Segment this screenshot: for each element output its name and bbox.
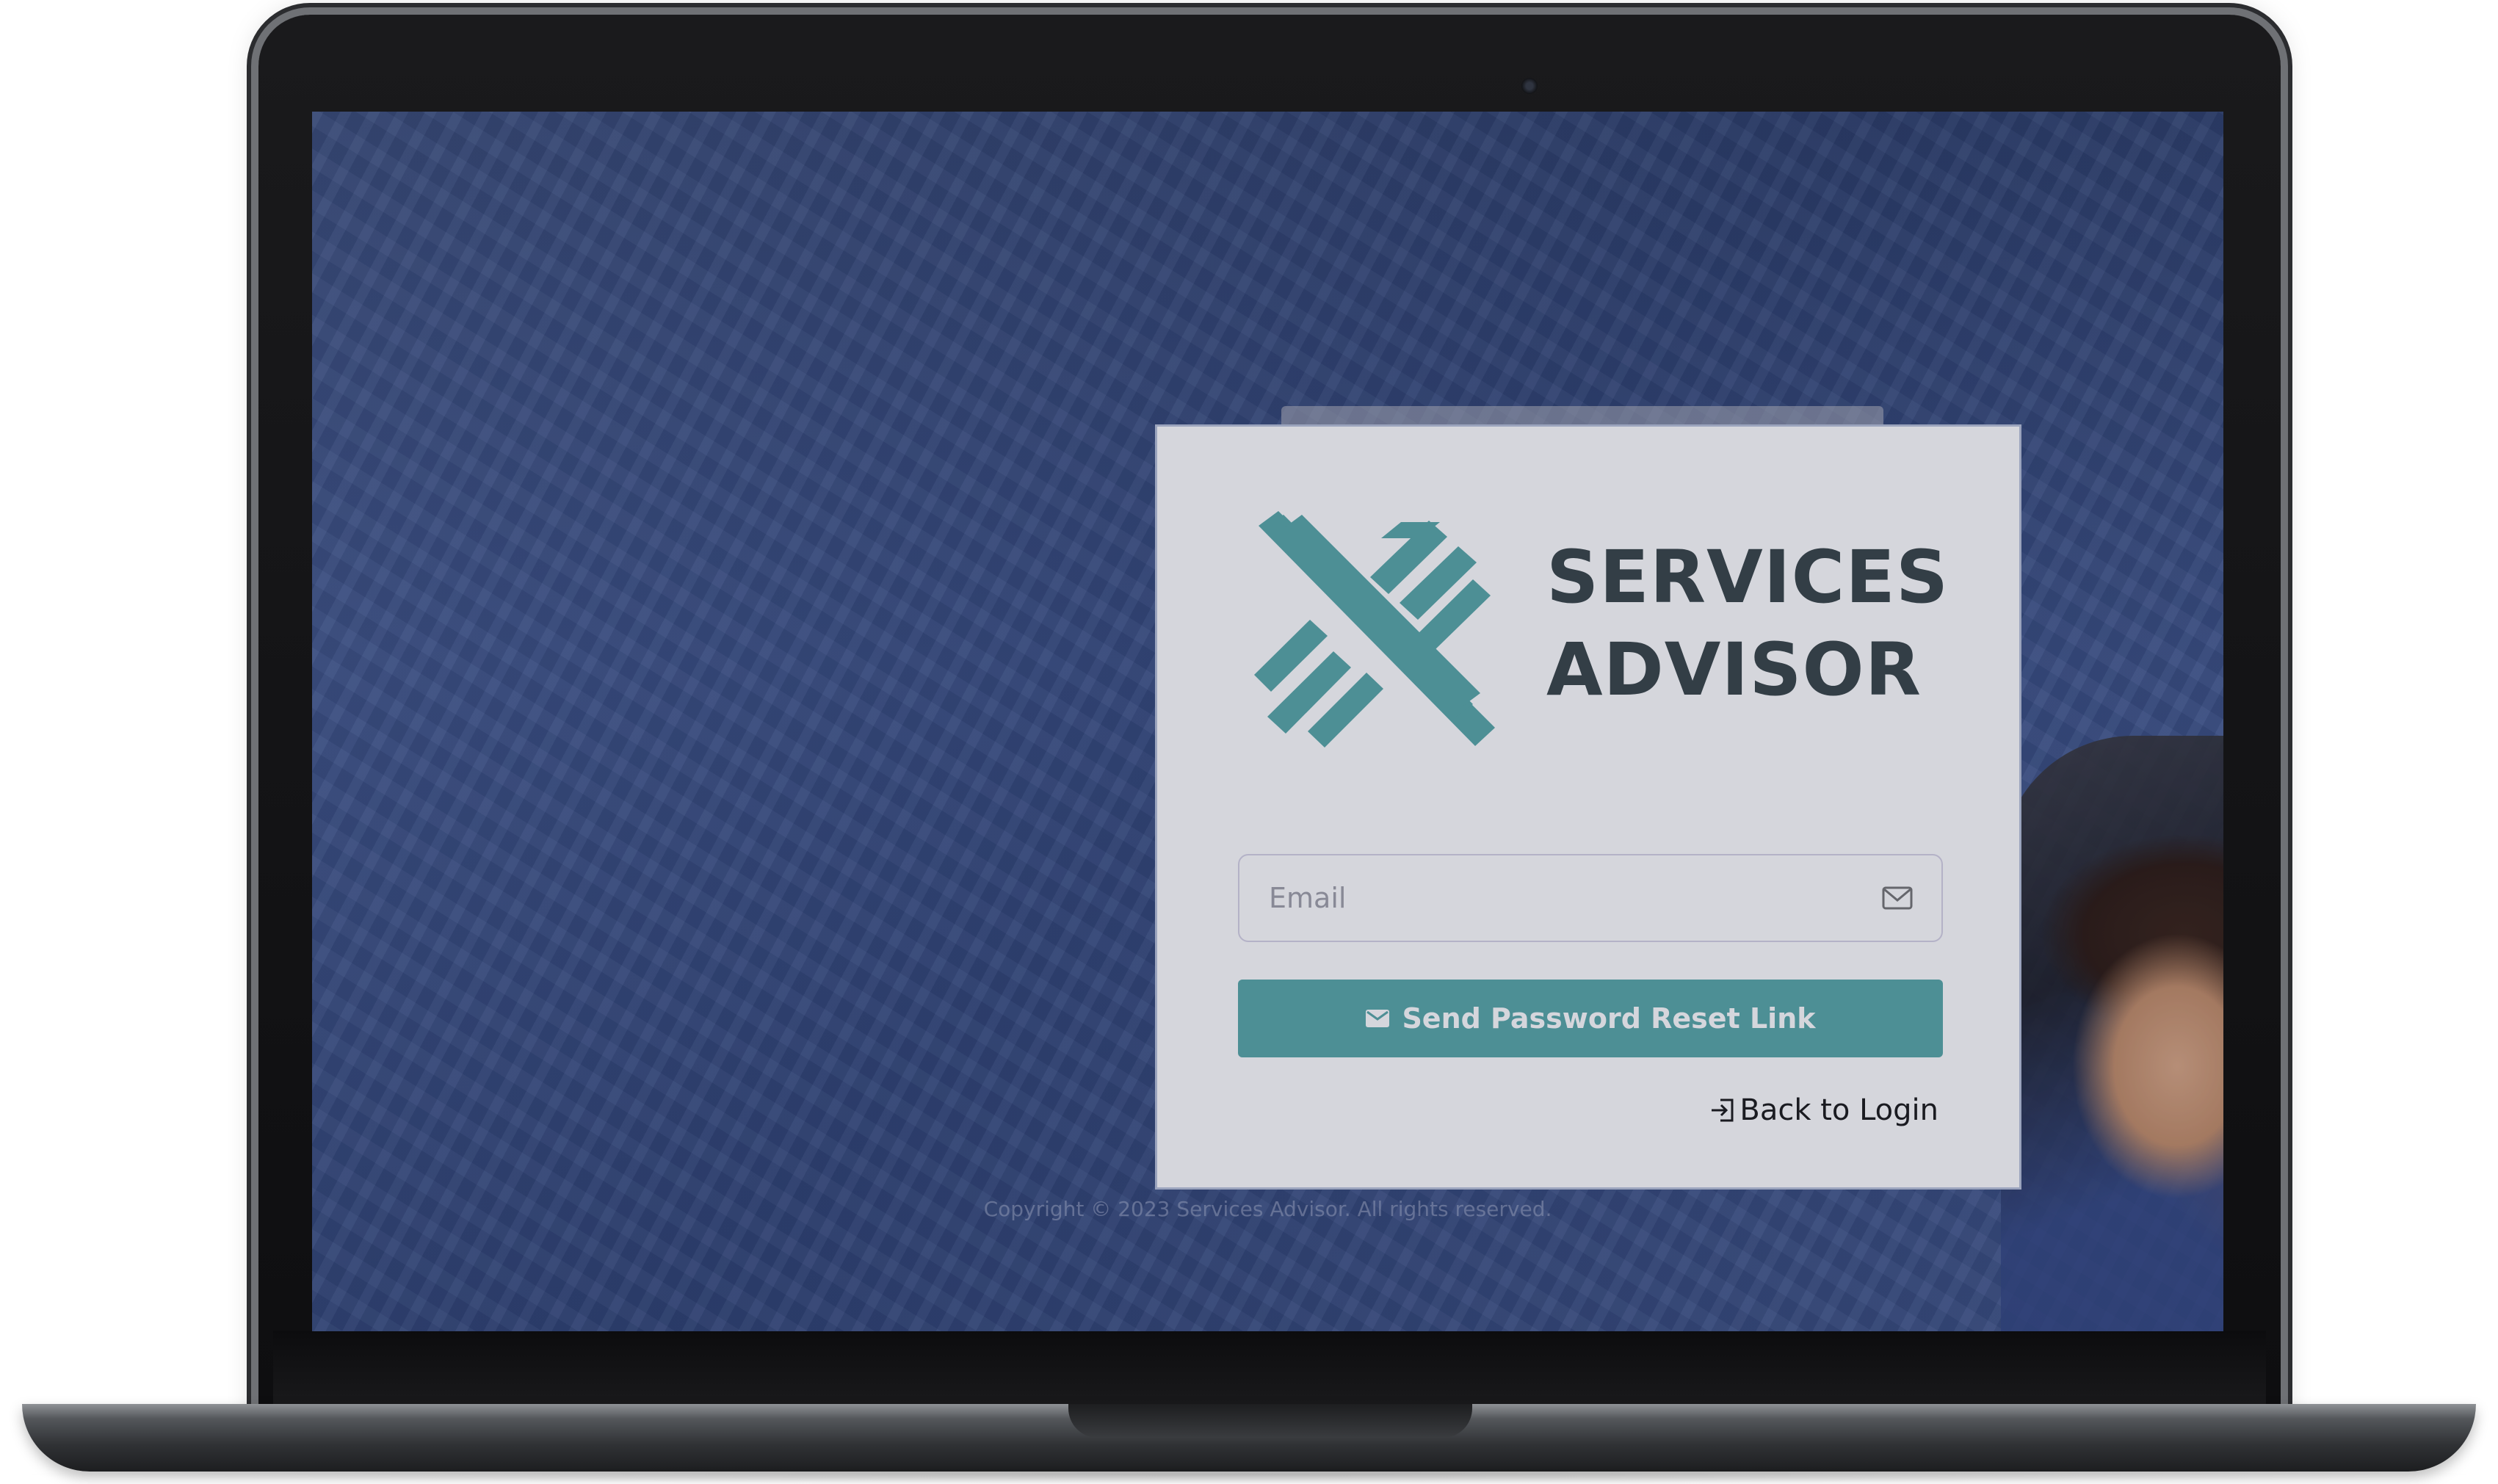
envelope-icon — [1366, 1010, 1390, 1027]
password-reset-card: SERVICES ADVISOR Send Password Reset Lin… — [1155, 424, 2021, 1190]
brand-title-line1: SERVICES — [1546, 535, 1949, 620]
laptop-bezel-bottom — [273, 1331, 2266, 1404]
card-tab-decoration — [1281, 406, 1883, 425]
login-icon — [1712, 1098, 1734, 1122]
email-field — [1238, 854, 1943, 942]
back-to-login-label: Back to Login — [1739, 1093, 1938, 1127]
laptop-shadow — [0, 1465, 2498, 1484]
background-photo — [2001, 736, 2223, 1331]
laptop-base-notch — [1068, 1404, 1472, 1438]
back-to-login-link[interactable]: Back to Login — [1710, 1093, 1938, 1127]
email-input[interactable] — [1267, 881, 1881, 915]
send-reset-link-button[interactable]: Send Password Reset Link — [1238, 980, 1943, 1057]
copyright-text: Copyright © 2023 Services Advisor. All r… — [983, 1197, 1552, 1221]
send-reset-link-label: Send Password Reset Link — [1402, 1002, 1816, 1035]
mail-icon — [1882, 886, 1913, 910]
laptop-screen: SERVICES ADVISOR Send Password Reset Lin… — [312, 112, 2223, 1331]
brand-title: SERVICES ADVISOR — [1546, 532, 1949, 717]
camera-icon — [1521, 78, 1538, 94]
brand-title-line2: ADVISOR — [1546, 628, 1922, 712]
services-advisor-logo-icon — [1254, 511, 1495, 748]
